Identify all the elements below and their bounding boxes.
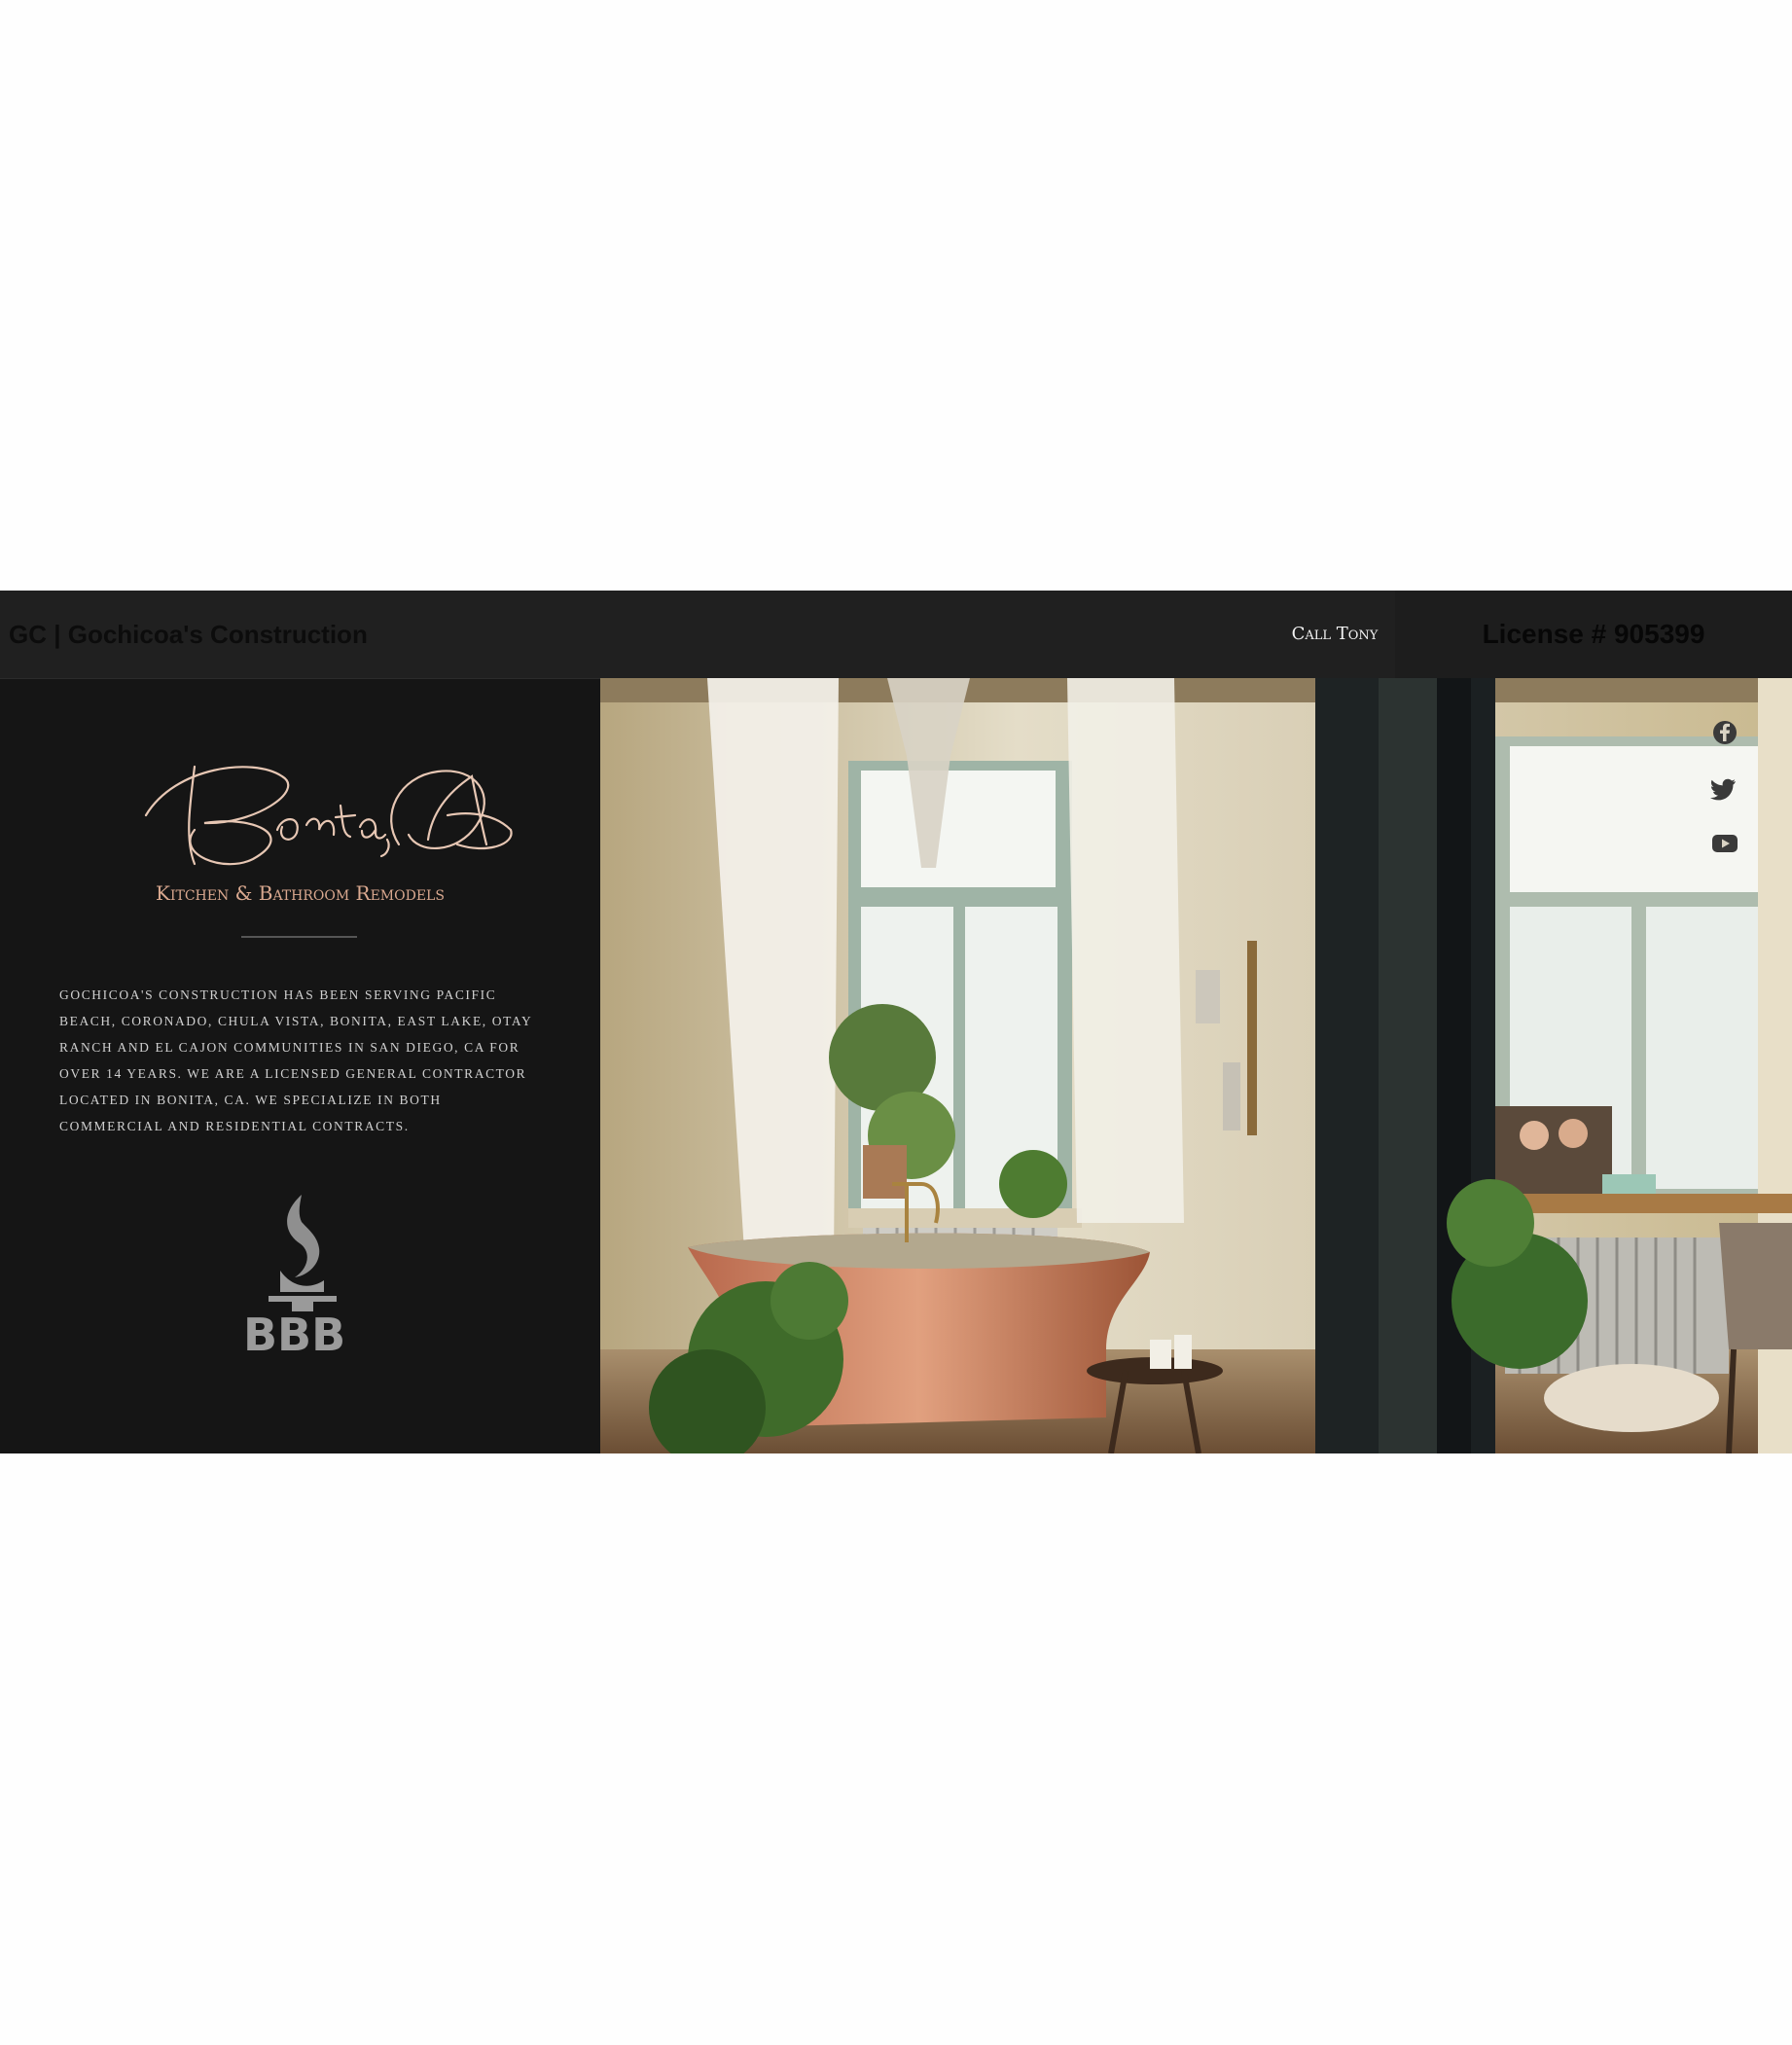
bathroom-hero-image xyxy=(600,678,1792,1453)
site-title[interactable]: GC | Gochicoa's Construction xyxy=(9,591,368,678)
about-text: Gochicoa's Construction has been serving… xyxy=(59,987,532,1133)
youtube-icon[interactable] xyxy=(1710,829,1739,858)
tagline: Kitchen & Bathroom Remodels xyxy=(156,881,445,905)
license-number: License # 905399 xyxy=(1482,619,1705,649)
license-box: License # 905399 xyxy=(1395,591,1792,678)
svg-text:BBB: BBB xyxy=(243,1309,345,1356)
bonita-ca-script-logo xyxy=(144,765,513,866)
facebook-icon[interactable] xyxy=(1710,718,1739,747)
top-bar: GC | Gochicoa's Construction Call Tony L… xyxy=(0,591,1792,678)
divider xyxy=(241,936,357,938)
bbb-logo: BBB xyxy=(243,1195,345,1356)
twitter-icon[interactable] xyxy=(1710,773,1739,803)
bathroom-photo xyxy=(600,678,1792,1453)
call-tony-link[interactable]: Call Tony xyxy=(1274,591,1395,678)
intro-panel: Kitchen & Bathroom Remodels Gochicoa's C… xyxy=(0,678,600,1453)
